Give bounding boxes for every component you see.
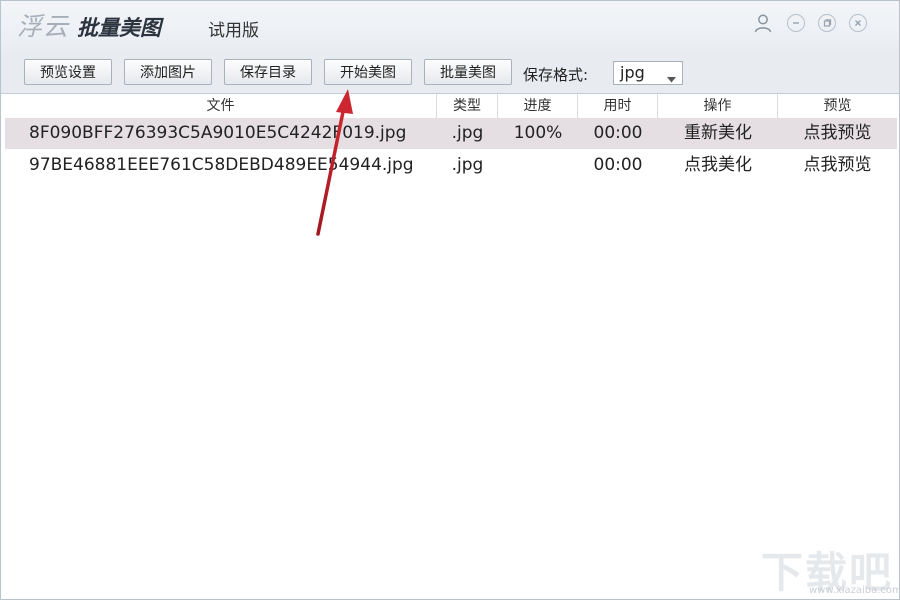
save-format-select[interactable]: jpg xyxy=(613,61,683,85)
minimize-icon[interactable] xyxy=(787,14,805,32)
cell-type: .jpg xyxy=(451,123,484,143)
column-header-action[interactable]: 操作 xyxy=(658,94,778,118)
table-row[interactable]: 8F090BFF276393C5A9010E5C4242F019.jpg .jp… xyxy=(5,118,897,149)
cell-file: 8F090BFF276393C5A9010E5C4242F019.jpg xyxy=(29,123,407,143)
cell-time: 00:00 xyxy=(593,155,643,175)
preview-settings-button[interactable]: 预览设置 xyxy=(24,59,112,85)
toolbar: 预览设置 添加图片 保存目录 开始美图 批量美图 保存格式: xyxy=(1,51,899,94)
beautify-link[interactable]: 点我美化 xyxy=(658,150,778,181)
preview-link[interactable]: 点我预览 xyxy=(778,150,897,181)
cell-time: 00:00 xyxy=(593,123,643,143)
app-logo: 浮云 批量美图 xyxy=(17,7,161,43)
app-window: 浮云 批量美图 试用版 预览设置 添加图片 保存目录 开始美图 批量美图 保存格… xyxy=(0,0,900,600)
chevron-down-icon xyxy=(667,68,676,87)
table-header: 文件 类型 进度 用时 操作 预览 xyxy=(5,94,897,119)
cell-file: 97BE46881EEE761C58DEBD489EE54944.jpg xyxy=(29,155,414,175)
title-bar[interactable]: 浮云 批量美图 试用版 xyxy=(1,1,899,51)
maximize-icon[interactable] xyxy=(818,14,836,32)
preview-link[interactable]: 点我预览 xyxy=(778,118,897,149)
column-header-preview[interactable]: 预览 xyxy=(778,94,897,118)
app-name: 批量美图 xyxy=(77,16,162,40)
column-header-progress[interactable]: 进度 xyxy=(498,94,578,118)
cell-type: .jpg xyxy=(451,155,484,175)
add-images-button[interactable]: 添加图片 xyxy=(124,59,212,85)
cell-progress: 100% xyxy=(513,123,563,143)
close-icon[interactable] xyxy=(849,14,867,32)
save-format-value: jpg xyxy=(620,63,645,82)
column-header-type[interactable]: 类型 xyxy=(437,94,498,118)
batch-beautify-button[interactable]: 批量美图 xyxy=(424,59,512,85)
user-icon[interactable] xyxy=(753,13,773,33)
watermark-url: www.xiazaiba.com xyxy=(809,585,900,596)
table-row[interactable]: 97BE46881EEE761C58DEBD489EE54944.jpg .jp… xyxy=(5,150,897,181)
save-format-label: 保存格式: xyxy=(523,66,589,84)
start-beautify-button[interactable]: 开始美图 xyxy=(324,59,412,85)
save-directory-button[interactable]: 保存目录 xyxy=(224,59,312,85)
edition-label: 试用版 xyxy=(208,21,259,41)
cell-progress xyxy=(498,150,578,181)
column-header-time[interactable]: 用时 xyxy=(578,94,658,118)
column-header-file[interactable]: 文件 xyxy=(5,94,437,118)
logo-text: 浮云 xyxy=(17,12,70,41)
re-beautify-link[interactable]: 重新美化 xyxy=(658,118,778,149)
file-table: 文件 类型 进度 用时 操作 预览 8F090BFF276393C5A9010E… xyxy=(1,94,899,599)
